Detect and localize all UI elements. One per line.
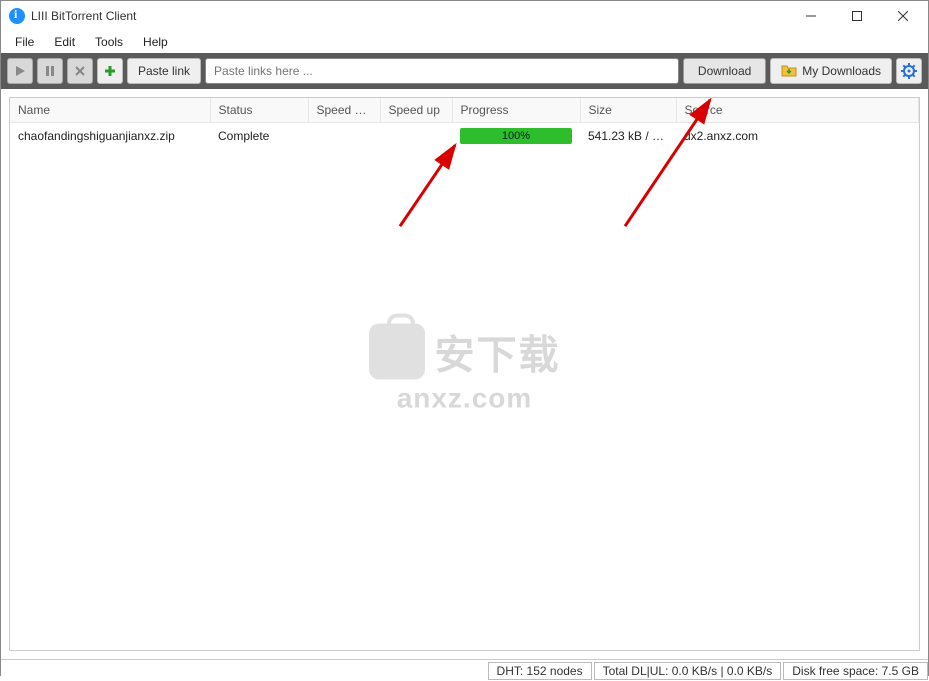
minimize-button[interactable] bbox=[788, 1, 834, 31]
folder-icon bbox=[781, 63, 797, 80]
cell-source: dx2.anxz.com bbox=[676, 123, 919, 150]
status-disk: Disk free space: 7.5 GB bbox=[783, 662, 928, 680]
settings-button[interactable] bbox=[896, 58, 922, 84]
annotation-arrows bbox=[10, 98, 919, 650]
pause-button[interactable] bbox=[37, 58, 63, 84]
app-icon bbox=[9, 8, 25, 24]
table-header-row: Name Status Speed down Speed up Progress… bbox=[10, 98, 919, 123]
watermark: 安下载 anxz.com bbox=[369, 322, 561, 414]
menu-help[interactable]: Help bbox=[135, 33, 176, 51]
cell-status: Complete bbox=[210, 123, 308, 150]
add-button[interactable] bbox=[97, 58, 123, 84]
my-downloads-label: My Downloads bbox=[802, 64, 881, 78]
col-name[interactable]: Name bbox=[10, 98, 210, 123]
cell-name: chaofandingshiguanjianxz.zip bbox=[10, 123, 210, 150]
paste-link-button[interactable]: Paste link bbox=[127, 58, 201, 84]
col-source[interactable]: Source bbox=[676, 98, 919, 123]
toolbar: Paste link Download My Downloads bbox=[1, 53, 928, 89]
remove-button[interactable] bbox=[67, 58, 93, 84]
col-speed-up[interactable]: Speed up bbox=[380, 98, 452, 123]
play-button[interactable] bbox=[7, 58, 33, 84]
download-button[interactable]: Download bbox=[683, 58, 766, 84]
menu-file[interactable]: File bbox=[7, 33, 42, 51]
cell-progress: 100% bbox=[452, 123, 580, 150]
watermark-cn: 安下载 bbox=[435, 322, 561, 380]
window-title: LIII BitTorrent Client bbox=[31, 9, 788, 23]
titlebar: LIII BitTorrent Client bbox=[1, 1, 928, 31]
window-controls bbox=[788, 1, 926, 31]
content-area: Name Status Speed down Speed up Progress… bbox=[1, 89, 928, 659]
col-size[interactable]: Size bbox=[580, 98, 676, 123]
statusbar: DHT: 152 nodes Total DL|UL: 0.0 KB/s | 0… bbox=[1, 659, 928, 681]
progress-bar: 100% bbox=[460, 128, 572, 144]
status-speeds: Total DL|UL: 0.0 KB/s | 0.0 KB/s bbox=[594, 662, 782, 680]
menu-tools[interactable]: Tools bbox=[87, 33, 131, 51]
col-speed-down[interactable]: Speed down bbox=[308, 98, 380, 123]
my-downloads-button[interactable]: My Downloads bbox=[770, 58, 892, 84]
col-status[interactable]: Status bbox=[210, 98, 308, 123]
downloads-table-wrap: Name Status Speed down Speed up Progress… bbox=[9, 97, 920, 651]
cell-size: 541.23 kB / 541.... bbox=[580, 123, 676, 150]
cell-speed-down bbox=[308, 123, 380, 150]
status-dht: DHT: 152 nodes bbox=[488, 662, 592, 680]
menu-edit[interactable]: Edit bbox=[46, 33, 83, 51]
col-progress[interactable]: Progress bbox=[452, 98, 580, 123]
close-button[interactable] bbox=[880, 1, 926, 31]
table-row[interactable]: chaofandingshiguanjianxz.zip Complete 10… bbox=[10, 123, 919, 150]
watermark-icon bbox=[369, 323, 425, 379]
downloads-table: Name Status Speed down Speed up Progress… bbox=[10, 98, 919, 149]
progress-label: 100% bbox=[460, 128, 572, 144]
maximize-button[interactable] bbox=[834, 1, 880, 31]
cell-speed-up bbox=[380, 123, 452, 150]
menubar: File Edit Tools Help bbox=[1, 31, 928, 53]
url-input[interactable] bbox=[205, 58, 679, 84]
watermark-en: anxz.com bbox=[369, 382, 561, 414]
